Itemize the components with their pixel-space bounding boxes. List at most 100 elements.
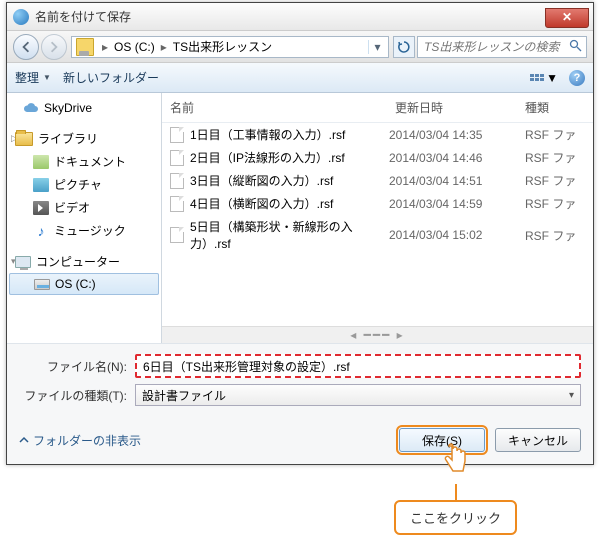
chevron-down-icon: ▾ xyxy=(569,390,574,401)
view-mode-button[interactable]: ▼ xyxy=(525,68,563,88)
window-title: 名前を付けて保存 xyxy=(35,8,545,25)
search-icon xyxy=(569,39,582,55)
file-name: 1日目（工事情報の入力）.rsf xyxy=(190,126,383,143)
file-date: 2014/03/04 14:46 xyxy=(389,151,519,165)
new-folder-label: 新しいフォルダー xyxy=(63,69,159,86)
refresh-button[interactable] xyxy=(393,36,415,58)
file-type: RSF ファ xyxy=(525,227,585,244)
cancel-label: キャンセル xyxy=(508,432,568,449)
tree-item-documents[interactable]: ドキュメント xyxy=(7,150,161,173)
nav-back-button[interactable] xyxy=(13,34,39,60)
tree-item-computer[interactable]: ▾ コンピューター xyxy=(7,250,161,273)
help-button[interactable]: ? xyxy=(569,70,585,86)
file-icon xyxy=(170,227,184,243)
save-button[interactable]: 保存(S) xyxy=(399,428,485,452)
chevron-down-icon: ▼ xyxy=(43,73,51,82)
nav-bar: ▸ OS (C:) ▸ TS出来形レッスン ▾ xyxy=(7,31,593,63)
arrow-left-icon xyxy=(20,41,32,53)
tree-label: コンピューター xyxy=(36,253,120,270)
file-date: 2014/03/04 14:35 xyxy=(389,128,519,142)
file-type: RSF ファ xyxy=(525,149,585,166)
tree-label: ピクチャ xyxy=(54,176,102,193)
file-list-pane: 名前 更新日時 種類 1日目（工事情報の入力）.rsf 2014/03/04 14… xyxy=(162,93,593,343)
tree-label: ドキュメント xyxy=(54,153,126,170)
tree-label: OS (C:) xyxy=(55,277,96,291)
filename-input[interactable] xyxy=(135,354,581,378)
tree-item-skydrive[interactable]: SkyDrive xyxy=(7,97,161,119)
file-row[interactable]: 4日目（横断図の入力）.rsf 2014/03/04 14:59 RSF ファ xyxy=(162,192,593,215)
tree-item-music[interactable]: ♪ ミュージック xyxy=(7,219,161,242)
file-icon xyxy=(170,173,184,189)
title-bar: 名前を付けて保存 ✕ xyxy=(7,3,593,31)
arrow-right-icon xyxy=(48,41,60,53)
filetype-label: ファイルの種類(T): xyxy=(19,387,127,404)
file-name: 2日目（IP法線形の入力）.rsf xyxy=(190,149,383,166)
nav-forward-button[interactable] xyxy=(41,34,67,60)
videos-icon xyxy=(33,201,49,215)
breadcrumb-folder[interactable]: TS出来形レッスン xyxy=(171,38,274,55)
tree-label: SkyDrive xyxy=(44,101,92,115)
file-list-header[interactable]: 名前 更新日時 種類 xyxy=(162,93,593,123)
file-list[interactable]: 1日目（工事情報の入力）.rsf2014/03/04 14:35RSF ファ2日… xyxy=(162,123,593,255)
column-header-date[interactable]: 更新日時 xyxy=(395,99,525,116)
callout-text: ここをクリック xyxy=(410,511,501,526)
breadcrumb[interactable]: ▸ OS (C:) ▸ TS出来形レッスン ▾ xyxy=(71,36,389,58)
file-row[interactable]: 1日目（工事情報の入力）.rsf2014/03/04 14:35RSF ファ xyxy=(162,123,593,146)
chevron-down-icon: ▼ xyxy=(546,71,558,85)
search-input[interactable] xyxy=(422,39,565,55)
tree-label: ビデオ xyxy=(54,199,90,216)
hard-drive-icon xyxy=(34,279,50,290)
music-icon: ♪ xyxy=(33,223,49,239)
search-box[interactable] xyxy=(417,36,587,58)
navigation-tree[interactable]: SkyDrive ▷ ライブラリ ドキュメント ピクチャ ビデオ ♪ xyxy=(7,93,162,343)
file-icon xyxy=(170,150,184,166)
file-type: RSF ファ xyxy=(525,172,585,189)
horizontal-scrollbar[interactable]: ◂ ━━━ ▸ xyxy=(162,326,593,343)
save-label: 保存(S) xyxy=(422,432,462,449)
documents-icon xyxy=(33,155,49,169)
instruction-callout: ここをクリック xyxy=(394,500,517,535)
filetype-value: 設計書ファイル xyxy=(142,387,226,404)
organize-menu[interactable]: 整理 ▼ xyxy=(15,69,51,86)
file-icon xyxy=(170,127,184,143)
file-date: 2014/03/04 15:02 xyxy=(389,228,519,242)
toolbar: 整理 ▼ 新しいフォルダー ▼ ? xyxy=(7,63,593,93)
new-folder-button[interactable]: 新しいフォルダー xyxy=(63,69,159,86)
view-grid-icon xyxy=(530,74,544,81)
drive-icon xyxy=(76,38,94,56)
chevron-right-icon: ▸ xyxy=(102,40,108,54)
filetype-select[interactable]: 設計書ファイル ▾ xyxy=(135,384,581,406)
cloud-icon xyxy=(23,100,39,116)
hide-folders-toggle[interactable]: フォルダーの非表示 xyxy=(19,432,141,449)
hide-folders-label: フォルダーの非表示 xyxy=(33,432,141,449)
tree-label: ミュージック xyxy=(54,222,126,239)
file-name: 5日目（構築形状・新線形の入力）.rsf xyxy=(190,218,383,252)
refresh-icon xyxy=(397,40,411,54)
file-icon xyxy=(170,196,184,212)
file-date: 2014/03/04 14:51 xyxy=(389,174,519,188)
file-row[interactable]: 5日目（構築形状・新線形の入力）.rsf 2014/03/04 15:02 RSF … xyxy=(162,215,593,255)
chevron-up-icon xyxy=(19,435,29,445)
tree-item-os-drive[interactable]: OS (C:) xyxy=(9,273,159,295)
file-row[interactable]: 2日目（IP法線形の入力）.rsf 2014/03/04 14:46 RSF ファ xyxy=(162,146,593,169)
file-date: 2014/03/04 14:59 xyxy=(389,197,519,211)
column-header-type[interactable]: 種類 xyxy=(525,99,585,116)
close-button[interactable]: ✕ xyxy=(545,8,589,28)
file-row[interactable]: 3日目（縦断図の入力）.rsf 2014/03/04 14:51 RSF ファ xyxy=(162,169,593,192)
organize-label: 整理 xyxy=(15,69,39,86)
filename-label: ファイル名(N): xyxy=(19,358,127,375)
app-icon xyxy=(13,9,29,25)
file-name: 4日目（横断図の入力）.rsf xyxy=(190,195,383,212)
library-folder-icon xyxy=(15,132,33,146)
column-header-name[interactable]: 名前 xyxy=(170,99,395,116)
tree-item-library[interactable]: ▷ ライブラリ xyxy=(7,127,161,150)
cancel-button[interactable]: キャンセル xyxy=(495,428,581,452)
breadcrumb-drive[interactable]: OS (C:) xyxy=(112,40,157,54)
file-type: RSF ファ xyxy=(525,195,585,212)
tree-label: ライブラリ xyxy=(38,130,98,147)
breadcrumb-dropdown[interactable]: ▾ xyxy=(368,40,386,54)
tree-item-videos[interactable]: ビデオ xyxy=(7,196,161,219)
pictures-icon xyxy=(33,178,49,192)
file-name: 3日目（縦断図の入力）.rsf xyxy=(190,172,383,189)
tree-item-pictures[interactable]: ピクチャ xyxy=(7,173,161,196)
